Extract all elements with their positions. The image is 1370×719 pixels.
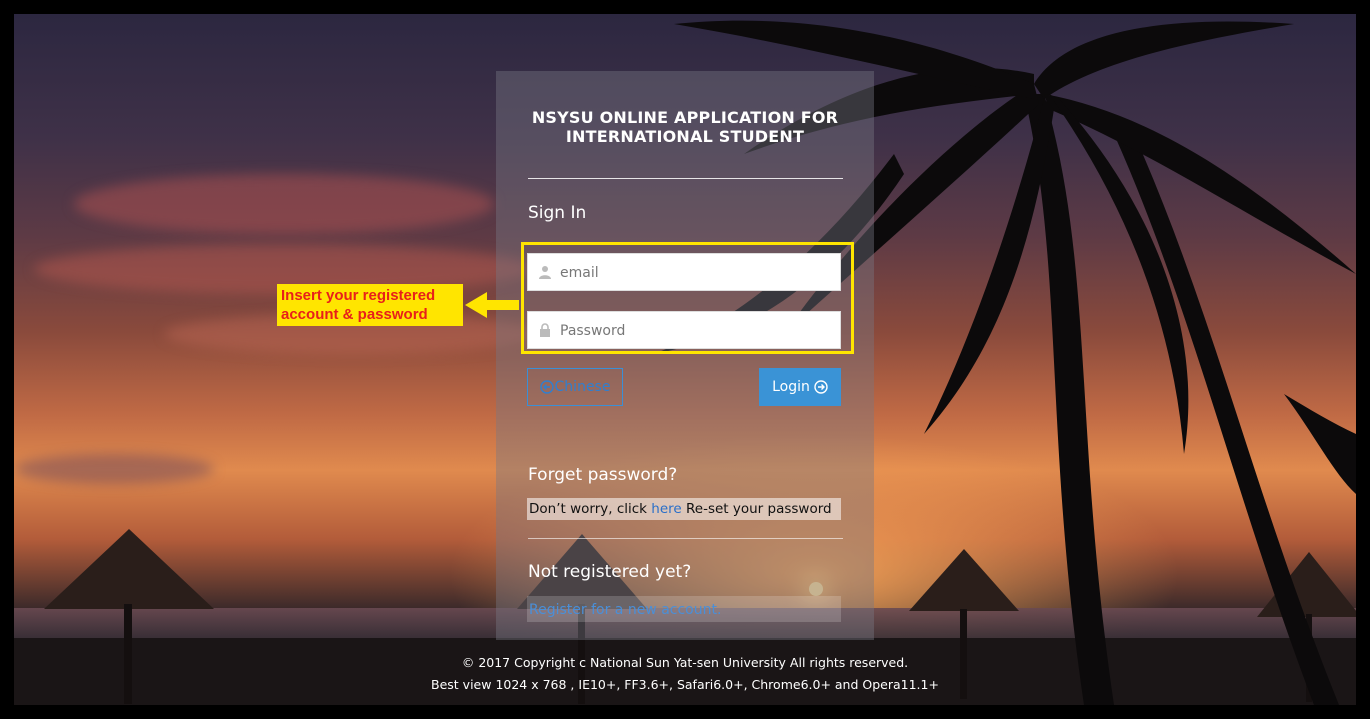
circle-arrow-left-icon	[539, 380, 554, 394]
forget-password-heading: Forget password?	[528, 465, 678, 485]
signin-heading: Sign In	[528, 203, 587, 223]
chinese-button-label: Chinese	[554, 379, 611, 395]
reset-suffix: Re-set your password	[681, 501, 832, 517]
login-button[interactable]: Login	[759, 368, 841, 406]
app-title-line1: NSYSU ONLINE APPLICATION FOR	[531, 108, 839, 127]
login-panel	[496, 71, 874, 640]
app-title-line2: INTERNATIONAL STUDENT	[565, 127, 805, 146]
reset-here-link[interactable]: here	[651, 501, 681, 517]
section-divider	[528, 538, 843, 539]
footer-browser-support: Best view 1024 x 768 , IE10+, FF3.6+, Sa…	[431, 677, 939, 692]
login-button-label: Login	[772, 379, 810, 395]
title-divider	[528, 178, 843, 179]
reset-password-line: Don’t worry, click here Re-set your pass…	[527, 498, 841, 520]
not-registered-heading: Not registered yet?	[528, 562, 692, 582]
annotation-line1: Insert your registered	[281, 287, 436, 304]
annotation-line2: account & password	[281, 306, 428, 323]
screenshot-frame: NSYSU ONLINE APPLICATION FOR INTERNATION…	[0, 0, 1370, 719]
beach-hut-left	[44, 529, 214, 704]
app-title: NSYSU ONLINE APPLICATION FOR INTERNATION…	[510, 108, 860, 146]
circle-arrow-right-icon	[814, 380, 828, 394]
chinese-button[interactable]: Chinese	[527, 368, 623, 406]
annotation-callout: Insert your registered account & passwor…	[277, 284, 463, 326]
credentials-highlight-box	[521, 242, 854, 354]
footer-copyright: © 2017 Copyright c National Sun Yat-sen …	[461, 655, 909, 670]
annotation-arrow-icon	[465, 292, 519, 318]
register-link[interactable]: Register for a new account.	[527, 596, 841, 622]
reset-prefix: Don’t worry, click	[529, 501, 652, 517]
